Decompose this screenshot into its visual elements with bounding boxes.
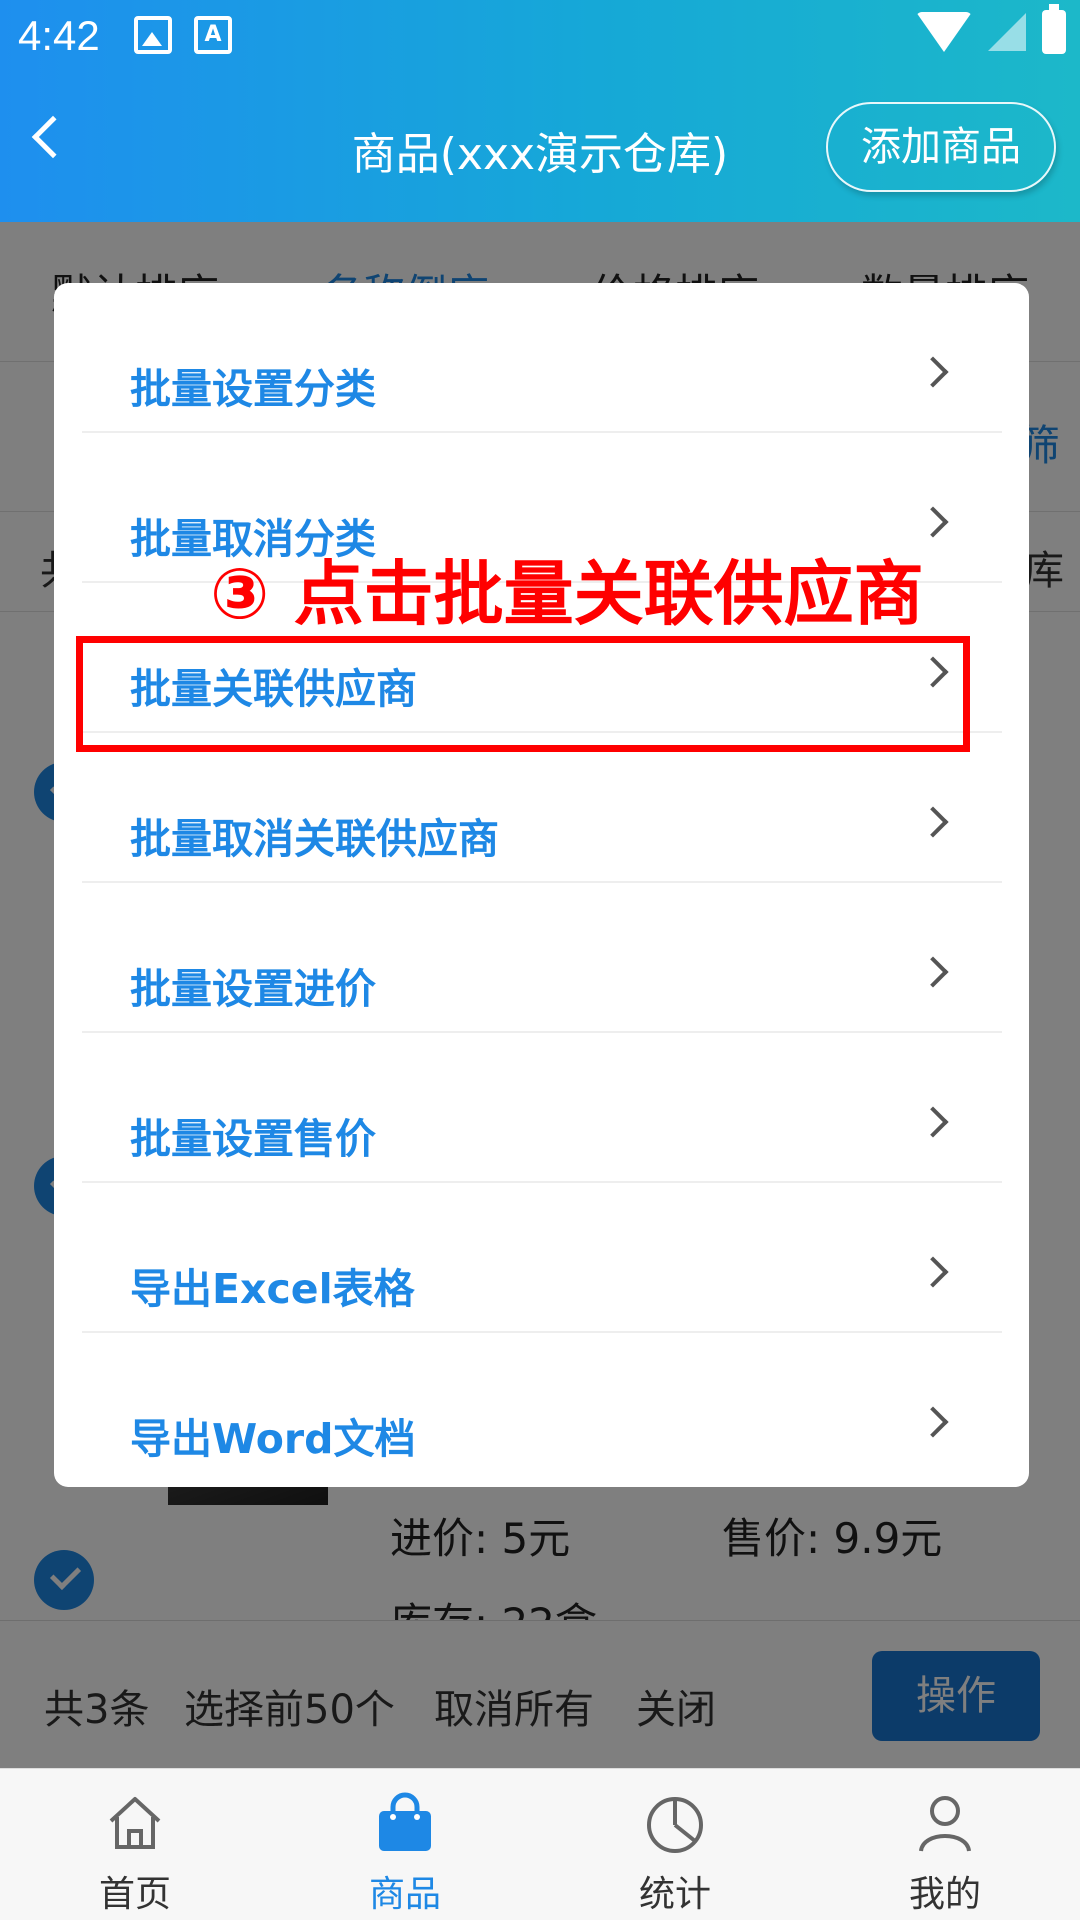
chevron-right-icon bbox=[917, 806, 949, 838]
status-system-icons bbox=[916, 4, 1066, 54]
menu-item-label: 批量取消关联供应商 bbox=[130, 815, 499, 863]
pie-chart-icon bbox=[647, 1797, 703, 1853]
menu-item-label: 批量设置售价 bbox=[130, 1115, 376, 1163]
chevron-right-icon bbox=[917, 506, 949, 538]
annotation-text: ③ 点击批量关联供应商 bbox=[210, 553, 924, 635]
nav-statistics[interactable]: 统计 bbox=[540, 1769, 810, 1920]
nav-label: 商品 bbox=[368, 1874, 441, 1915]
battery-icon bbox=[1042, 4, 1066, 54]
chevron-right-icon bbox=[917, 1406, 949, 1438]
chevron-right-icon bbox=[917, 356, 949, 388]
menu-item-label: 导出Word文档 bbox=[130, 1415, 416, 1463]
menu-item-export-word[interactable]: 导出Word文档 bbox=[82, 1333, 1002, 1483]
menu-item-label: 批量设置进价 bbox=[130, 965, 376, 1013]
user-icon bbox=[919, 1796, 971, 1852]
shopping-bag-icon bbox=[379, 1792, 431, 1851]
status-time: 4:42 bbox=[18, 12, 100, 59]
menu-item-label: 批量设置分类 bbox=[130, 365, 376, 413]
menu-item-set-sale-price[interactable]: 批量设置售价 bbox=[82, 1033, 1002, 1183]
menu-item-set-purchase-price[interactable]: 批量设置进价 bbox=[82, 883, 1002, 1033]
wifi-icon bbox=[916, 12, 972, 52]
signal-icon bbox=[988, 13, 1026, 51]
app-header: 4:42 A 商品(xxx演示仓库) 添加商品 bbox=[0, 0, 1080, 222]
chevron-right-icon bbox=[917, 956, 949, 988]
nav-mine[interactable]: 我的 bbox=[810, 1769, 1080, 1920]
image-notification-icon bbox=[134, 16, 172, 54]
menu-item-set-category[interactable]: 批量设置分类 bbox=[82, 283, 1002, 433]
nav-label: 我的 bbox=[908, 1874, 981, 1915]
nav-home[interactable]: 首页 bbox=[0, 1769, 270, 1920]
menu-item-export-excel[interactable]: 导出Excel表格 bbox=[82, 1183, 1002, 1333]
chevron-right-icon bbox=[917, 1106, 949, 1138]
chevron-right-icon bbox=[917, 1256, 949, 1288]
bulk-operation-menu: 批量设置分类 批量取消分类 批量关联供应商 批量取消关联供应商 批量设置进价 批… bbox=[54, 283, 1029, 1487]
nav-label: 统计 bbox=[638, 1874, 711, 1915]
status-notifications: A bbox=[134, 16, 232, 54]
menu-item-unlink-supplier[interactable]: 批量取消关联供应商 bbox=[82, 733, 1002, 883]
highlight-box bbox=[76, 636, 970, 752]
add-product-button[interactable]: 添加商品 bbox=[826, 102, 1056, 192]
home-icon bbox=[109, 1797, 161, 1849]
nav-products[interactable]: 商品 bbox=[270, 1769, 540, 1920]
bottom-nav: 首页 商品 统计 我的 bbox=[0, 1768, 1080, 1920]
font-notification-icon: A bbox=[194, 16, 232, 54]
nav-label: 首页 bbox=[98, 1874, 171, 1915]
menu-item-label: 导出Excel表格 bbox=[130, 1265, 415, 1313]
